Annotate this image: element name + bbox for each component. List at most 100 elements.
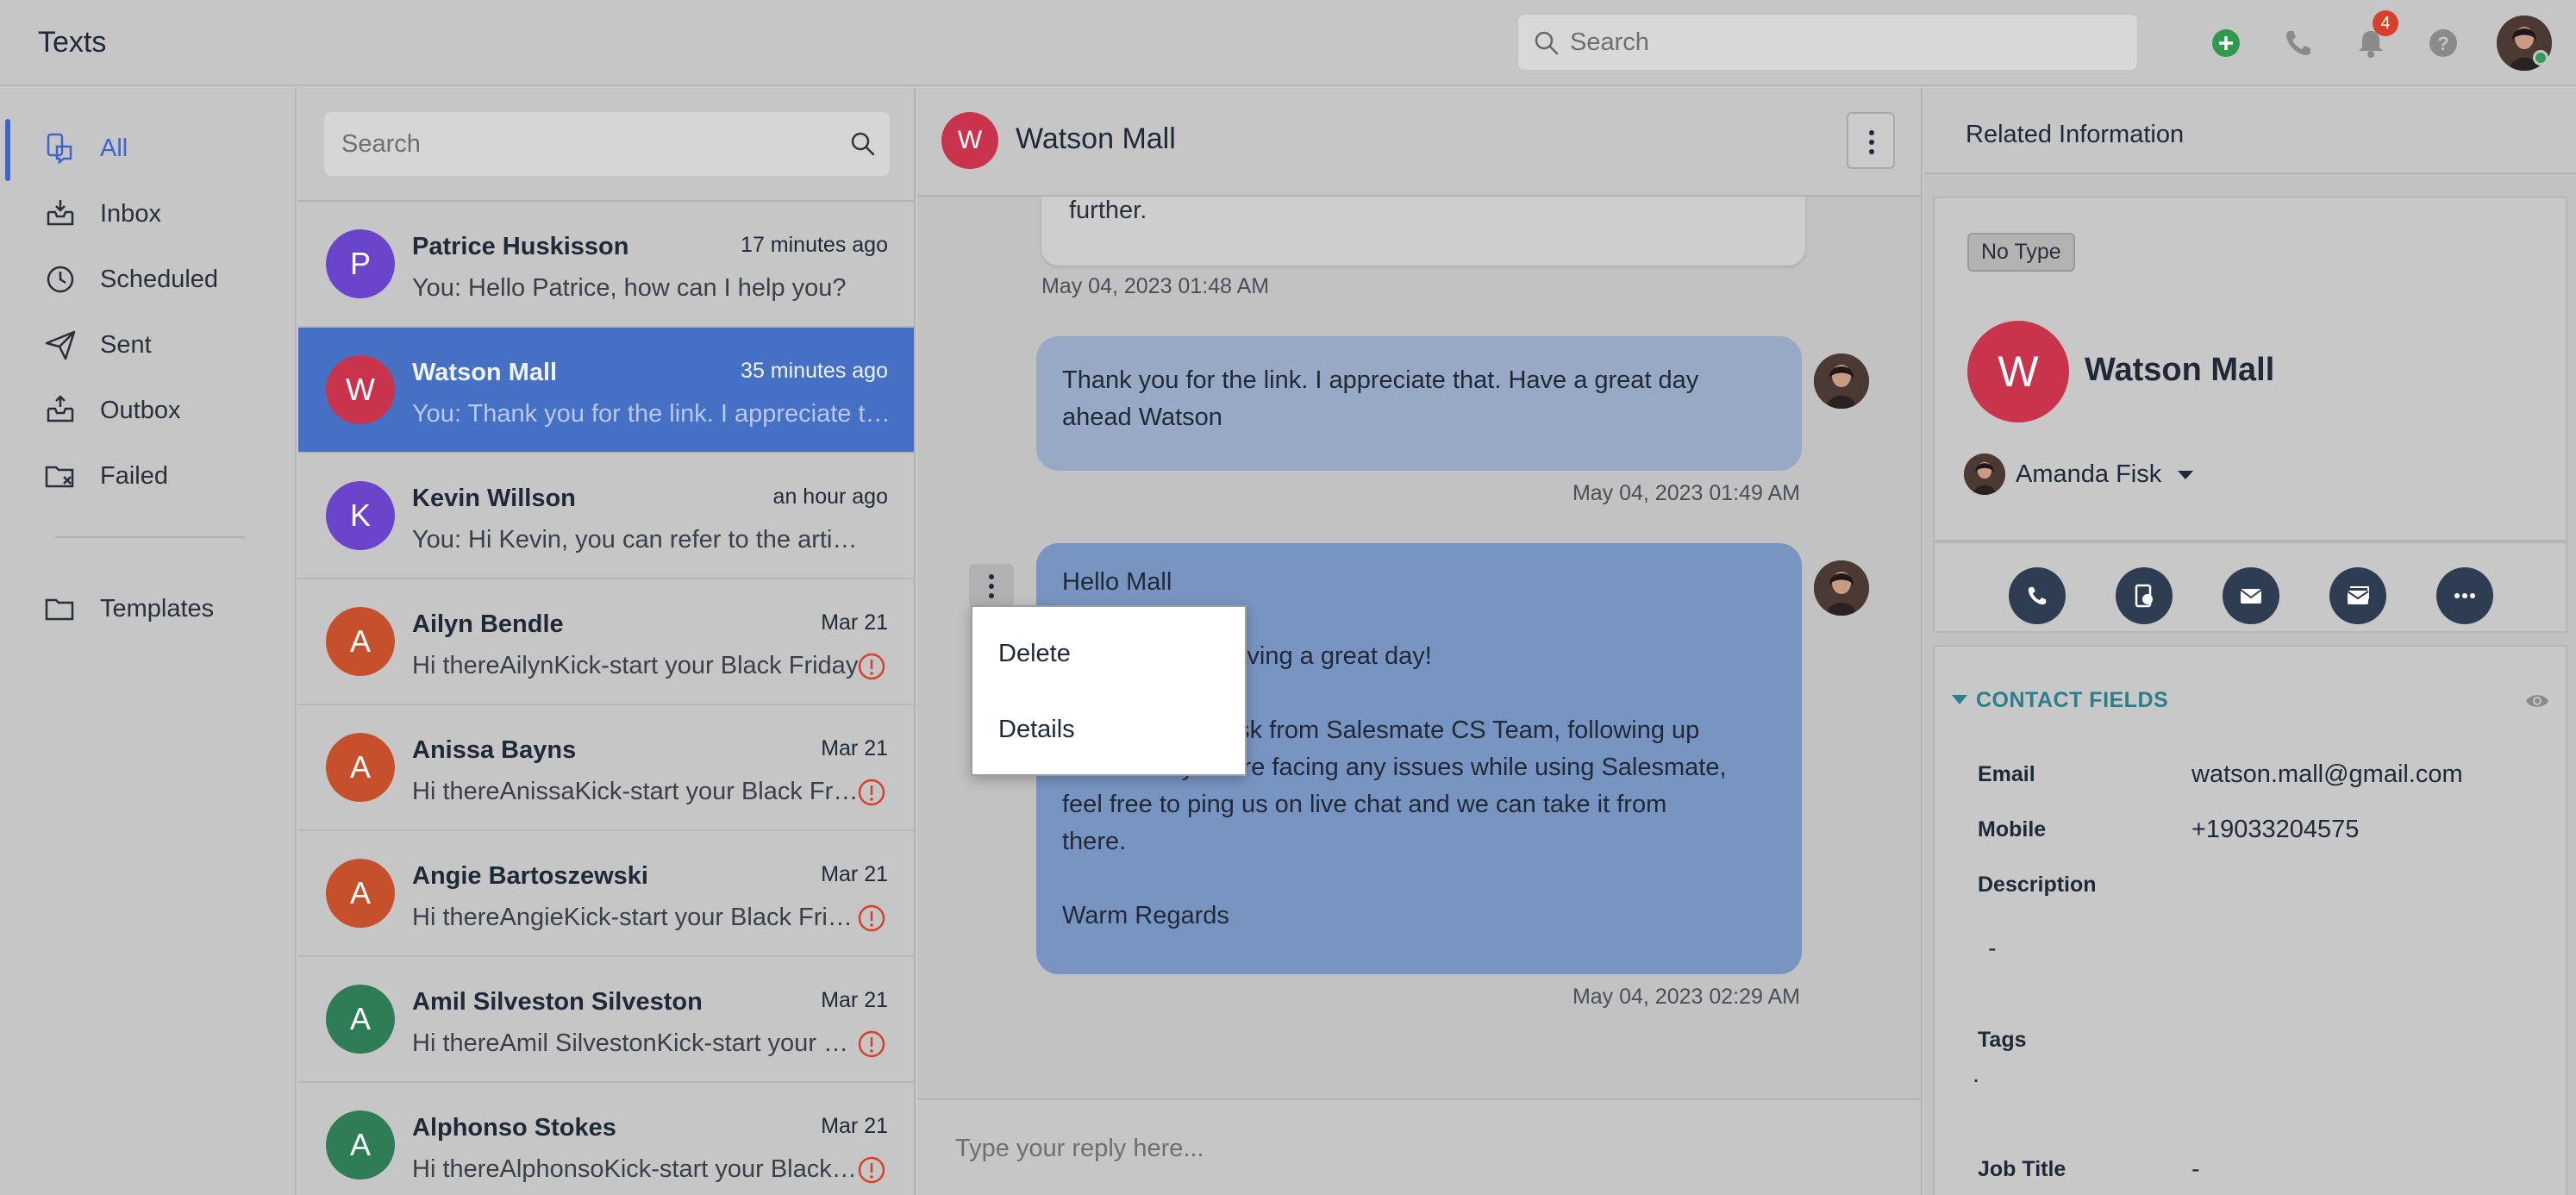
message-text: further.: [1069, 197, 1147, 224]
field-value-mobile[interactable]: +19033204575: [2191, 816, 2359, 844]
nav-item-failed[interactable]: Failed: [0, 447, 297, 502]
message-context-menu: Delete Details: [971, 605, 1247, 776]
field-value-tags[interactable]: .: [1973, 1060, 1979, 1089]
nav-item-inbox[interactable]: Inbox: [0, 185, 297, 240]
contact-fields-heading[interactable]: CONTACT FIELDS: [1976, 688, 2168, 713]
nav-item-outbox[interactable]: Outbox: [0, 381, 297, 436]
related-info-header: Related Information: [1924, 88, 2576, 174]
conversation-avatar: A: [326, 607, 395, 676]
search-icon[interactable]: [850, 131, 876, 157]
conversation-search[interactable]: [324, 112, 890, 176]
conversation-item[interactable]: A Amil Silveston Silveston Mar 21 Hi thereA…: [298, 957, 914, 1083]
message-menu-button[interactable]: [969, 564, 1014, 607]
online-status-dot: [2533, 50, 2548, 66]
error-icon: [858, 1156, 885, 1184]
nav-label: Scheduled: [100, 266, 219, 293]
conversation-preview: Hi thereAnissaKick-start your Black Frid…: [412, 778, 860, 805]
collapse-caret-icon[interactable]: [1952, 695, 1967, 704]
add-icon[interactable]: [2207, 24, 2245, 62]
failed-icon: [45, 466, 74, 488]
conversation-avatar: A: [326, 1111, 395, 1179]
details-menu-item[interactable]: Details: [998, 716, 1075, 744]
field-value-email[interactable]: watson.mall@gmail.com: [2191, 760, 2463, 789]
nav-label: All: [100, 135, 128, 162]
conversation-item[interactable]: K Kevin Willson an hour ago You: Hi Kevin, …: [298, 454, 914, 579]
conversation-preview: Hi thereAngieKick-start your Black Frida…: [412, 904, 860, 931]
owner-name[interactable]: Amanda Fisk: [2016, 460, 2161, 489]
error-icon: [858, 779, 885, 806]
conversation-preview: Hi thereAilynKick-start your Black Frida…: [412, 652, 859, 679]
conversation-time: Mar 21: [821, 1114, 888, 1138]
kebab-icon: [1869, 130, 1874, 154]
phone-icon[interactable]: [2279, 24, 2317, 62]
nav-item-scheduled[interactable]: Scheduled: [0, 250, 297, 305]
conversation-name: Kevin Willson: [412, 485, 576, 512]
conversation-time: an hour ago: [772, 485, 888, 509]
global-search[interactable]: [1517, 14, 2138, 71]
call-log-icon: [2135, 584, 2153, 608]
contact-name[interactable]: Watson Mall: [2085, 352, 2274, 389]
conversation-preview: You: Hello Patrice, how can I help you?: [412, 274, 847, 302]
conversation-item[interactable]: W Watson Mall 35 minutes ago You: Thank you…: [298, 328, 914, 454]
conversation-name: Angie Bartoszewski: [412, 862, 648, 890]
field-label-tags: Tags: [1978, 1028, 2027, 1052]
related-info-panel: Related Information No Type W Watson Mal…: [1924, 88, 2576, 1195]
nav-item-all[interactable]: All: [0, 119, 297, 181]
top-bar: Texts 4 ?: [0, 0, 2576, 86]
field-label-description: Description: [1978, 873, 2097, 897]
outgoing-message: Thank you for the link. I appreciate tha…: [1036, 336, 1802, 471]
nav-label: Outbox: [100, 397, 181, 424]
send-icon: [45, 330, 76, 360]
notification-badge: 4: [2373, 10, 2398, 36]
app-title: Texts: [38, 26, 107, 59]
field-value-job-title[interactable]: -: [2191, 1155, 2200, 1184]
conversation-name: Patrice Huskisson: [412, 233, 629, 260]
nav-divider: [55, 536, 245, 538]
type-badge[interactable]: No Type: [1967, 233, 2075, 272]
owner-avatar: [1964, 454, 2005, 495]
more-actions-button[interactable]: [2436, 567, 2493, 624]
chevron-down-icon[interactable]: [2178, 471, 2193, 479]
contact-avatar[interactable]: W: [941, 112, 998, 169]
nav-item-templates[interactable]: Templates: [0, 579, 297, 635]
contact-avatar: W: [1967, 321, 2069, 422]
conversation-avatar: W: [326, 355, 395, 424]
nav-label: Failed: [100, 462, 168, 490]
help-icon[interactable]: ?: [2424, 24, 2462, 62]
chat-header: W Watson Mall: [917, 88, 1921, 197]
reply-bar: [917, 1098, 1921, 1195]
chat-menu-button[interactable]: [1847, 112, 1895, 169]
eye-icon[interactable]: [2524, 691, 2550, 710]
email-button[interactable]: [2223, 567, 2279, 624]
chat-contact-name[interactable]: Watson Mall: [1016, 122, 1176, 156]
error-icon: [858, 1030, 885, 1058]
conversation-avatar: A: [326, 733, 395, 802]
text-button[interactable]: [2329, 567, 2386, 624]
conversation-item[interactable]: A Anissa Bayns Mar 21 Hi thereAnissaKick-st…: [298, 705, 914, 831]
phone-icon: [2028, 586, 2047, 605]
conversation-name: Alphonso Stokes: [412, 1114, 616, 1142]
conversation-search-input[interactable]: [341, 124, 824, 164]
email-icon: [2240, 589, 2262, 604]
conversation-preview: Hi thereAlphonsoKick-start your Black Fr…: [412, 1155, 860, 1183]
conversation-preview: You: Thank you for the link. I appreciat…: [412, 400, 891, 428]
conversation-time: Mar 21: [821, 736, 888, 760]
nav-item-sent[interactable]: Sent: [0, 316, 297, 371]
call-button[interactable]: [2009, 567, 2066, 624]
reply-input[interactable]: [955, 1128, 1886, 1169]
conversation-item[interactable]: P Patrice Huskisson 17 minutes ago You: Hel…: [298, 202, 914, 328]
nav-label: Templates: [100, 595, 215, 623]
message-text: Thank you for the link. I appreciate tha…: [1062, 366, 1699, 431]
delete-menu-item[interactable]: Delete: [998, 640, 1071, 668]
conversation-item[interactable]: A Angie Bartoszewski Mar 21 Hi thereAngieKi…: [298, 831, 914, 957]
conversation-item[interactable]: A Alphonso Stokes Mar 21 Hi thereAlphonsoKi…: [298, 1083, 914, 1195]
conversation-item[interactable]: A Ailyn Bendle Mar 21 Hi thereAilynKick-sta…: [298, 579, 914, 705]
more-icon: [2454, 593, 2475, 598]
conversation-time: Mar 21: [821, 610, 888, 635]
global-search-input[interactable]: [1570, 23, 2122, 61]
message-timestamp: May 04, 2023 01:49 AM: [1572, 481, 1800, 505]
conversation-avatar: A: [326, 985, 395, 1054]
field-value-description[interactable]: -: [1988, 935, 1997, 963]
conversation-name: Watson Mall: [412, 359, 558, 386]
log-call-button[interactable]: [2116, 567, 2173, 624]
